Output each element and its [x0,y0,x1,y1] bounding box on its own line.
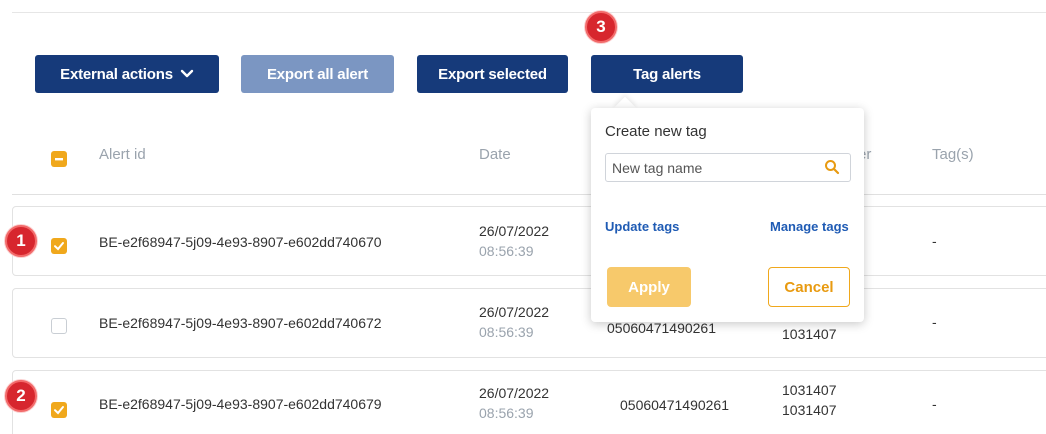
date-value: 26/07/2022 [479,385,550,401]
date-cell: 26/07/2022 08:56:39 [479,302,549,342]
header-divider [12,194,1046,195]
row-checkbox[interactable] [51,238,67,254]
code-cell: 1031407 [782,326,837,342]
top-divider [12,12,1046,13]
export-all-label: Export all alert [266,65,368,83]
step-badge: 2 [5,380,37,412]
tags-cell: - [932,396,937,412]
header-date: Date [479,146,511,163]
date-cell: 26/07/2022 08:56:39 [479,221,549,261]
tag-alerts-button[interactable]: Tag alerts [591,55,743,93]
date-cell: 26/07/2022 08:56:39 [479,383,549,423]
time-value: 08:56:39 [479,243,534,259]
number-cell: 05060471490261 [607,320,717,336]
date-value: 26/07/2022 [479,223,550,239]
external-actions-button[interactable]: External actions [35,55,219,93]
header-alert-id: Alert id [99,146,146,163]
tag-popup: Create new tag Update tags Manage tags A… [591,108,864,322]
row-checkbox[interactable] [51,402,67,418]
chevron-down-icon [180,69,194,78]
row-checkbox[interactable] [51,318,67,334]
header-tags: Tag(s) [932,146,974,163]
export-selected-button[interactable]: Export selected [417,55,568,93]
check-icon [54,242,64,251]
check-icon [54,406,64,415]
update-tags-link[interactable]: Update tags [605,219,679,234]
alert-id-cell: BE-e2f68947-5j09-4e93-8907-e602dd740679 [99,396,382,412]
external-actions-label: External actions [60,65,173,83]
select-all-checkbox[interactable] [51,151,67,167]
date-value: 26/07/2022 [479,304,550,320]
popup-title: Create new tag [605,123,707,140]
apply-button[interactable]: Apply [607,267,691,307]
export-all-button[interactable]: Export all alert [241,55,394,93]
manage-tags-link[interactable]: Manage tags [770,219,849,234]
tag-alerts-label: Tag alerts [633,65,701,83]
step-badge: 3 [585,11,617,43]
minus-icon [55,158,63,161]
tags-cell: - [932,314,937,330]
code-cell: 1031407 [782,382,837,398]
new-tag-input[interactable] [605,153,851,182]
export-selected-label: Export selected [438,65,547,83]
search-icon[interactable] [824,159,840,175]
alert-id-cell: BE-e2f68947-5j09-4e93-8907-e602dd740672 [99,315,382,331]
number-cell: 05060471490261 [620,397,730,413]
tags-cell: - [932,233,937,249]
time-value: 08:56:39 [479,324,534,340]
cancel-button[interactable]: Cancel [768,267,850,307]
time-value: 08:56:39 [479,405,534,421]
alert-id-cell: BE-e2f68947-5j09-4e93-8907-e602dd740670 [99,234,382,250]
code-cell: 1031407 [782,402,837,418]
step-badge: 1 [5,225,37,257]
